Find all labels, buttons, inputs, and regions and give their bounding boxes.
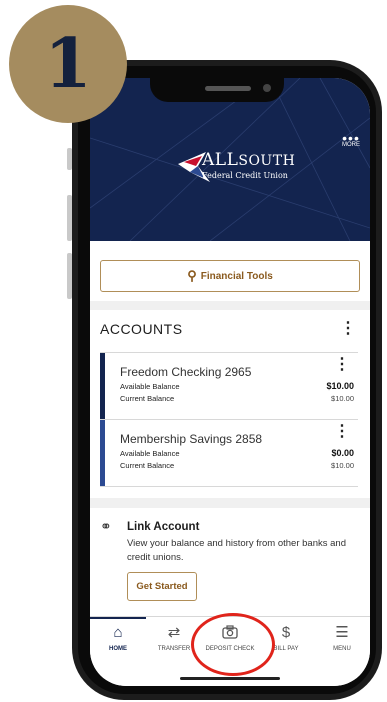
current-balance-value: $10.00 bbox=[331, 461, 354, 470]
available-balance-label: Available Balance bbox=[120, 449, 180, 458]
nav-label: HOME bbox=[109, 646, 127, 652]
account-row-checking[interactable]: Freedom Checking 2965 Available Balance … bbox=[100, 352, 358, 419]
account-accent-bar bbox=[100, 420, 105, 486]
phone-volume-down bbox=[67, 253, 72, 299]
account-row-savings[interactable]: Membership Savings 2858 Available Balanc… bbox=[100, 419, 358, 487]
accounts-kebab-icon[interactable]: ⋮ bbox=[340, 321, 356, 337]
link-account-card: ⚭ Link Account View your balance and his… bbox=[90, 508, 370, 616]
step-number: 1 bbox=[44, 24, 92, 104]
account-name: Freedom Checking 2965 bbox=[120, 365, 252, 379]
more-dots-icon: ••• bbox=[342, 130, 360, 146]
financial-tools-label: Financial Tools bbox=[200, 270, 273, 282]
account-name: Membership Savings 2858 bbox=[120, 432, 263, 446]
current-balance-label: Current Balance bbox=[120, 461, 175, 470]
logo-subtitle: Federal Credit Union bbox=[202, 171, 288, 180]
nav-item-home[interactable]: ⌂ HOME bbox=[90, 617, 146, 669]
more-button[interactable]: ••• MORE bbox=[342, 130, 360, 148]
accounts-title: ACCOUNTS bbox=[100, 321, 183, 337]
nav-item-menu[interactable]: ☰ MENU bbox=[314, 617, 370, 669]
available-balance-value: $0.00 bbox=[331, 448, 354, 458]
available-balance-label: Available Balance bbox=[120, 382, 180, 391]
nav-label: MENU bbox=[333, 646, 351, 652]
app-header: ••• MORE ALLSOUTH Federal Credit Union bbox=[90, 78, 370, 241]
home-indicator bbox=[180, 677, 280, 680]
app-screen: ••• MORE ALLSOUTH Federal Credit Union ⚲… bbox=[90, 78, 370, 686]
home-icon: ⌂ bbox=[113, 624, 123, 641]
phone-camera bbox=[263, 84, 271, 92]
step-badge: 1 bbox=[9, 5, 127, 123]
account-kebab-icon[interactable]: ⋮ bbox=[334, 424, 350, 440]
menu-list-icon: ☰ bbox=[335, 624, 349, 641]
link-chain-icon: ⚭ bbox=[100, 518, 112, 534]
more-label: MORE bbox=[342, 142, 360, 148]
financial-tools-button[interactable]: ⚲ Financial Tools bbox=[100, 260, 360, 292]
get-started-button[interactable]: Get Started bbox=[127, 572, 197, 601]
financial-tools-icon: ⚲ bbox=[187, 268, 197, 283]
highlight-ring bbox=[191, 613, 275, 676]
phone-volume-up bbox=[67, 195, 72, 241]
available-balance-value: $10.00 bbox=[326, 381, 354, 391]
phone-side-button bbox=[67, 148, 72, 170]
accounts-card: ACCOUNTS ⋮ Freedom Checking 2965 Availab… bbox=[90, 310, 370, 498]
account-kebab-icon[interactable]: ⋮ bbox=[334, 357, 350, 373]
phone-speaker bbox=[205, 86, 251, 91]
link-account-description: View your balance and history from other… bbox=[127, 538, 346, 563]
link-account-title: Link Account bbox=[127, 521, 200, 533]
current-balance-value: $10.00 bbox=[331, 394, 354, 403]
current-balance-label: Current Balance bbox=[120, 394, 175, 403]
account-accent-bar bbox=[100, 353, 105, 419]
financial-tools-section: ⚲ Financial Tools bbox=[90, 241, 370, 301]
logo-name: ALLSOUTH bbox=[202, 150, 296, 170]
